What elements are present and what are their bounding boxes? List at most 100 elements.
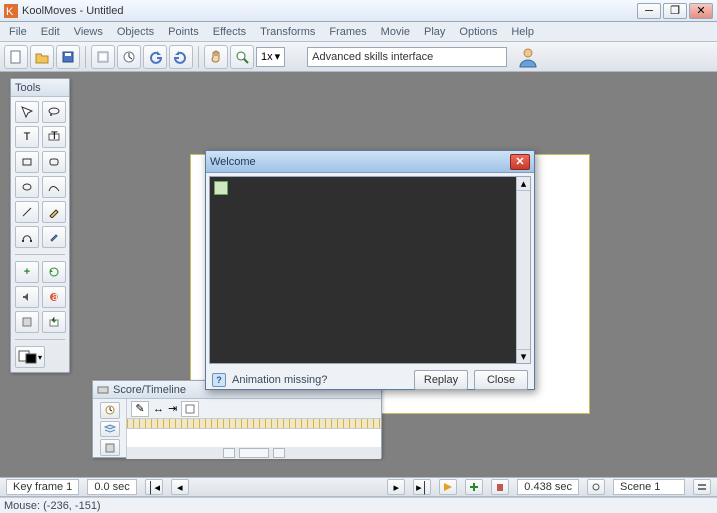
window-title: KoolMoves - Untitled xyxy=(22,5,124,17)
loop-button[interactable] xyxy=(587,479,605,495)
maximize-button[interactable]: ❐ xyxy=(663,3,687,19)
library-button[interactable] xyxy=(91,45,115,69)
close-icon: ✕ xyxy=(515,155,524,168)
tool-import[interactable] xyxy=(42,311,66,333)
scene-indicator[interactable]: Scene 1 xyxy=(613,479,685,495)
menu-effects[interactable]: Effects xyxy=(206,22,253,41)
redo-button[interactable] xyxy=(169,45,193,69)
tools-panel-title[interactable]: Tools xyxy=(11,79,69,97)
score-move-icon[interactable]: ⇥ xyxy=(168,402,177,415)
scroll-down-icon[interactable]: ▾ xyxy=(517,349,530,363)
menu-transforms[interactable]: Transforms xyxy=(253,22,322,41)
goto-start-button[interactable]: │◂ xyxy=(145,479,163,495)
app-icon: K xyxy=(4,4,18,18)
menu-play[interactable]: Play xyxy=(417,22,452,41)
dialog-hint-text: Animation missing? xyxy=(232,374,327,386)
minimize-button[interactable]: ─ xyxy=(637,3,661,19)
hand-tool-button[interactable] xyxy=(204,45,228,69)
tools-separator xyxy=(15,254,65,255)
status-bar: Mouse: (-236, -151) xyxy=(0,497,717,513)
menu-file[interactable]: File xyxy=(2,22,34,41)
open-file-button[interactable] xyxy=(30,45,54,69)
tool-line[interactable] xyxy=(15,201,39,223)
zoom-tool-button[interactable] xyxy=(230,45,254,69)
tool-add-point[interactable]: + xyxy=(15,261,39,283)
dialog-title: Welcome xyxy=(210,156,256,168)
skills-text: Advanced skills interface xyxy=(312,51,433,63)
help-icon[interactable]: ? xyxy=(212,373,226,387)
score-clock-button[interactable] xyxy=(100,402,120,419)
tool-refresh[interactable] xyxy=(42,261,66,283)
tool-text-field[interactable]: T xyxy=(42,126,66,148)
score-scrollbar[interactable] xyxy=(127,447,381,459)
tool-ellipse[interactable] xyxy=(15,176,39,198)
new-file-button[interactable] xyxy=(4,45,28,69)
placeholder-image-icon xyxy=(214,181,228,195)
score-track[interactable] xyxy=(127,429,381,447)
scroll-left-icon[interactable] xyxy=(223,448,235,458)
dialog-title-bar[interactable]: Welcome ✕ xyxy=(206,151,534,173)
user-icon[interactable] xyxy=(517,46,539,68)
time-right-field[interactable]: 0.438 sec xyxy=(517,479,579,495)
close-button[interactable]: Close xyxy=(474,370,528,390)
dialog-close-x-button[interactable]: ✕ xyxy=(510,154,530,170)
scroll-right-icon[interactable] xyxy=(273,448,285,458)
tool-lasso[interactable] xyxy=(42,101,66,123)
score-arrows-icon[interactable]: ↔ xyxy=(153,403,164,415)
dialog-content-area: ▴ ▾ xyxy=(209,176,531,364)
score-props-button[interactable] xyxy=(100,439,120,456)
tool-curve[interactable] xyxy=(15,226,39,248)
keyframe-indicator[interactable]: Key frame 1 xyxy=(6,479,79,495)
replay-button[interactable]: Replay xyxy=(414,370,468,390)
add-frame-button[interactable] xyxy=(465,479,483,495)
tool-rectangle[interactable] xyxy=(15,151,39,173)
tool-sound[interactable] xyxy=(15,286,39,308)
close-window-button[interactable]: ✕ xyxy=(689,3,713,19)
save-file-button[interactable] xyxy=(56,45,80,69)
scene-menu-button[interactable] xyxy=(693,479,711,495)
scroll-thumb[interactable] xyxy=(239,448,269,458)
clock-button[interactable] xyxy=(117,45,141,69)
zoom-level-dropdown[interactable]: 1x ▾ xyxy=(256,47,285,67)
score-layers-button[interactable] xyxy=(100,421,120,438)
play-button[interactable] xyxy=(439,479,457,495)
skills-interface-field[interactable]: Advanced skills interface xyxy=(307,47,507,67)
plus-icon: + xyxy=(24,266,30,278)
time-left-field[interactable]: 0.0 sec xyxy=(87,479,136,495)
score-frame-button[interactable] xyxy=(181,401,199,417)
maximize-icon: ❐ xyxy=(670,4,680,17)
welcome-dialog: Welcome ✕ ▴ ▾ ? Animation missing? Repla… xyxy=(205,150,535,390)
tool-component[interactable] xyxy=(15,311,39,333)
chevron-down-icon: ▾ xyxy=(38,353,42,362)
dialog-scrollbar[interactable]: ▴ ▾ xyxy=(516,177,530,363)
step-back-button[interactable]: ◂ xyxy=(171,479,189,495)
goto-end-button[interactable]: ▸│ xyxy=(413,479,431,495)
menu-points[interactable]: Points xyxy=(161,22,206,41)
menu-objects[interactable]: Objects xyxy=(110,22,161,41)
scroll-up-icon[interactable]: ▴ xyxy=(517,177,530,191)
tool-selection[interactable] xyxy=(15,101,39,123)
step-forward-button[interactable]: ▸ xyxy=(387,479,405,495)
menu-frames[interactable]: Frames xyxy=(322,22,373,41)
tool-color-swatch[interactable]: ▾ xyxy=(15,346,45,368)
menu-bar: File Edit Views Objects Points Effects T… xyxy=(0,22,717,42)
tool-pen[interactable] xyxy=(42,201,66,223)
undo-button[interactable] xyxy=(143,45,167,69)
tool-freehand[interactable] xyxy=(42,176,66,198)
tool-text[interactable]: T xyxy=(15,126,39,148)
menu-options[interactable]: Options xyxy=(452,22,504,41)
tool-rounded-rect[interactable] xyxy=(42,151,66,173)
svg-text:T: T xyxy=(51,131,58,142)
score-pencil-button[interactable]: ✎ xyxy=(131,401,149,417)
menu-help[interactable]: Help xyxy=(504,22,541,41)
toolbar-separator xyxy=(198,46,199,68)
delete-frame-button[interactable] xyxy=(491,479,509,495)
menu-edit[interactable]: Edit xyxy=(34,22,67,41)
menu-views[interactable]: Views xyxy=(67,22,110,41)
score-ruler[interactable] xyxy=(127,419,381,429)
score-panel-icon xyxy=(97,384,109,396)
tool-eyedropper[interactable] xyxy=(42,226,66,248)
menu-movie[interactable]: Movie xyxy=(374,22,417,41)
tool-action[interactable]: a xyxy=(42,286,66,308)
toolbar-separator xyxy=(85,46,86,68)
